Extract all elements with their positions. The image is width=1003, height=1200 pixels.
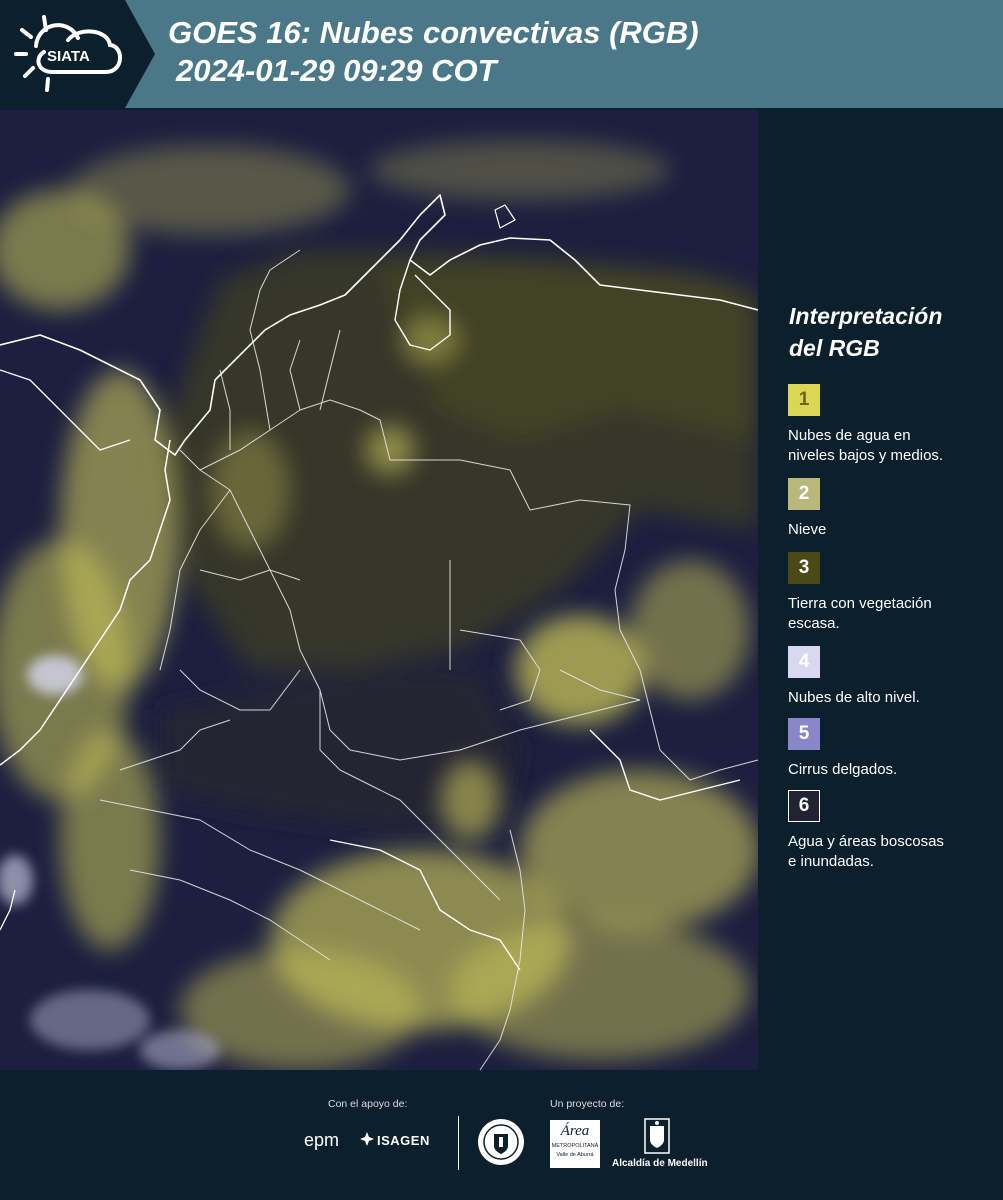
- support-label: Con el apoyo de:: [328, 1098, 408, 1110]
- legend-title: Interpretación del RGB: [789, 300, 942, 364]
- siata-logo-text: SIATA: [47, 48, 90, 65]
- epm-logo: epm: [304, 1130, 340, 1150]
- legend-label-6: Agua y áreas boscosas e inundadas.: [788, 833, 944, 870]
- legend-item-1: 1 Nubes de agua en niveles bajos y medio…: [788, 384, 998, 466]
- footer: Con el apoyo de: Un proyecto de: epm ISA…: [0, 1070, 1003, 1200]
- siata-logo: SIATA: [0, 0, 155, 108]
- legend-item-2: 2 Nieve: [788, 478, 998, 540]
- legend-title-line-1: Interpretación: [789, 303, 943, 329]
- legend-label-1: Nubes de agua en niveles bajos y medios.: [788, 427, 944, 464]
- metropolitana-logo: Área METROPOLITANA Valle de Aburrá: [550, 1120, 600, 1168]
- metropolitana-sub1: METROPOLITANA: [551, 1143, 599, 1149]
- isagen-logo: ISAGEN: [377, 1133, 430, 1148]
- title-line-2: 2024-01-29 09:29 COT: [176, 53, 497, 88]
- legend-swatch-4: 4: [788, 646, 820, 678]
- legend-label-3: Tierra con vegetación escasa.: [788, 595, 932, 632]
- legend-item-6: 6 Agua y áreas boscosas e inundadas.: [788, 790, 998, 872]
- medellin-seal-logo: [478, 1119, 524, 1165]
- alcaldia-logo-text: Alcaldía de Medellín: [612, 1158, 708, 1169]
- legend-panel: Interpretación del RGB 1 Nubes de agua e…: [770, 110, 1003, 1070]
- footer-divider: [458, 1116, 459, 1170]
- legend-label-4: Nubes de alto nivel.: [788, 689, 920, 706]
- legend-item-4: 4 Nubes de alto nivel.: [788, 646, 998, 708]
- legend-label-2: Nieve: [788, 521, 827, 538]
- legend-swatch-5: 5: [788, 718, 820, 750]
- legend-swatch-6: 6: [788, 790, 820, 822]
- legend-title-line-2: del RGB: [789, 335, 880, 361]
- isagen-icon: [360, 1132, 374, 1146]
- legend-swatch-3: 3: [788, 552, 820, 584]
- legend-label-5: Cirrus delgados.: [788, 761, 898, 778]
- satellite-image: [0, 110, 758, 1070]
- alcaldia-crest-icon: [644, 1118, 670, 1154]
- header-bar: SIATA GOES 16: Nubes convectivas (RGB) 2…: [0, 0, 1003, 108]
- project-label: Un proyecto de:: [550, 1098, 625, 1110]
- legend-swatch-2: 2: [788, 478, 820, 510]
- metropolitana-name: Área: [560, 1123, 590, 1139]
- title-line-1: GOES 16: Nubes convectivas (RGB): [168, 15, 699, 50]
- metropolitana-sub2: Valle de Aburrá: [556, 1152, 594, 1158]
- page-title: GOES 16: Nubes convectivas (RGB) 2024-01…: [168, 14, 699, 90]
- satellite-map: [0, 110, 758, 1070]
- legend-swatch-1: 1: [788, 384, 820, 416]
- legend-item-5: 5 Cirrus delgados.: [788, 718, 998, 780]
- legend-item-3: 3 Tierra con vegetación escasa.: [788, 552, 998, 634]
